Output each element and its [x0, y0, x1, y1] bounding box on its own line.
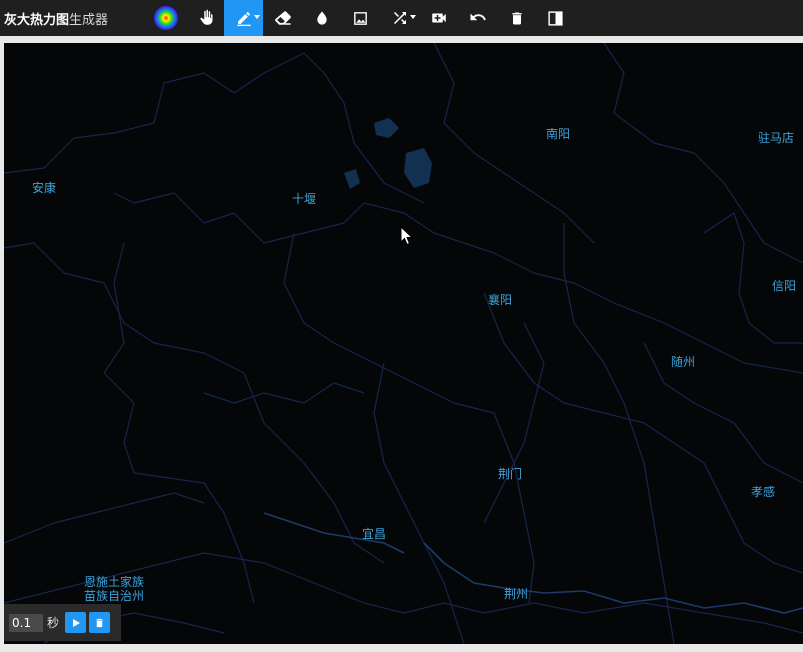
heat-gradient-icon [153, 6, 178, 30]
delete-tool-button[interactable] [497, 0, 536, 36]
city-label-xiangyang: 襄阳 [488, 293, 513, 307]
city-label-jingmen: 荆门 [498, 467, 523, 481]
interval-input[interactable] [9, 613, 43, 632]
clear-button[interactable] [89, 612, 111, 633]
map-boundaries [4, 43, 803, 644]
record-tool-button[interactable] [419, 0, 458, 36]
drop-tool-button[interactable] [302, 0, 341, 36]
drop-icon [316, 11, 327, 25]
shuffle-icon [393, 12, 406, 24]
eraser-icon [274, 11, 291, 25]
city-label-ankang: 安康 [32, 181, 57, 195]
image-tool-button[interactable] [341, 0, 380, 36]
gradient-tool-button[interactable] [146, 0, 185, 36]
split-view-icon [548, 10, 563, 26]
shuffle-tool-button[interactable] [380, 0, 419, 36]
interval-unit-label: 秒 [47, 616, 60, 630]
trash-icon [96, 618, 103, 627]
split-tool-button[interactable] [536, 0, 575, 36]
pencil-icon [236, 11, 251, 26]
city-label-jingzhou: 荆州 [504, 587, 529, 601]
city-label-zhumadian: 驻马店 [758, 131, 795, 145]
play-icon [72, 618, 80, 627]
shuffle-dropdown-caret[interactable] [410, 15, 416, 19]
mouse-pointer-icon [400, 226, 414, 246]
city-label-suizhou: 随州 [671, 355, 696, 369]
city-label-yichang: 宜昌 [362, 527, 387, 541]
app-title-rest: 生成器 [69, 12, 109, 28]
trash-icon [511, 12, 522, 24]
pencil-dropdown-caret[interactable] [254, 15, 260, 19]
undo-icon [470, 13, 486, 21]
map-canvas[interactable]: 南阳 驻马店 安康 十堰 信阳 襄阳 随州 荆门 孝感 宜昌 恩施土家族 苗族自… [4, 43, 803, 644]
play-button[interactable] [65, 612, 87, 633]
city-label-enshi-2: 苗族自治州 [84, 589, 145, 603]
eraser-tool-button[interactable] [263, 0, 302, 36]
pan-tool-button[interactable] [185, 0, 224, 36]
city-label-xinyang: 信阳 [772, 279, 797, 293]
hand-icon [199, 9, 212, 25]
undo-tool-button[interactable] [458, 0, 497, 36]
city-label-xiaogan: 孝感 [751, 485, 776, 499]
pencil-tool-button[interactable] [224, 0, 263, 36]
toolbar: 灰大热力图 生成器 [0, 0, 803, 36]
playback-controls: 秒 [4, 604, 121, 641]
image-icon [354, 11, 367, 25]
city-label-shiyan: 十堰 [292, 192, 317, 206]
video-add-icon [431, 13, 446, 23]
city-label-enshi-1: 恩施土家族 [84, 575, 145, 589]
app-title-bold: 灰大热力图 [4, 12, 70, 28]
city-label-nanyang: 南阳 [546, 127, 571, 141]
app-title: 灰大热力图 生成器 [0, 0, 146, 36]
